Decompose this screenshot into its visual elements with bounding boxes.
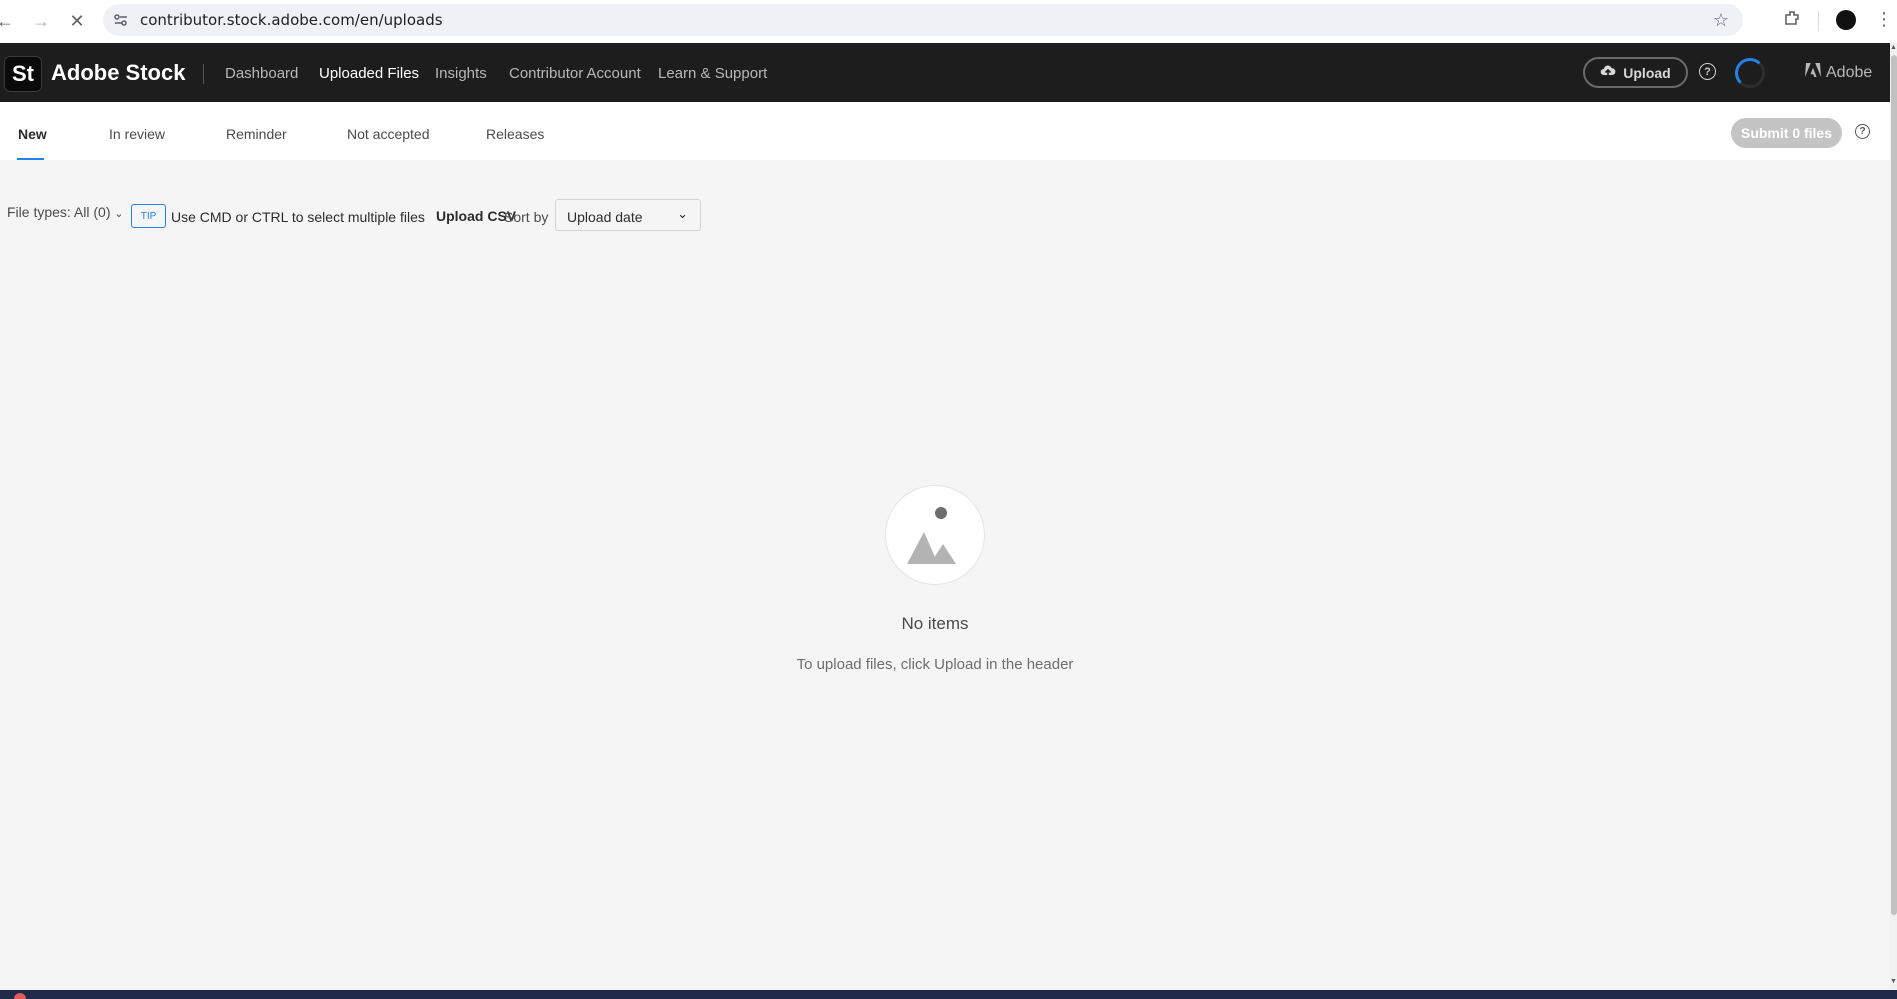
submit-help-icon[interactable]: ?	[1855, 124, 1870, 139]
os-taskbar	[0, 990, 1897, 999]
scroll-down-arrow-icon[interactable]: ▼	[1890, 978, 1897, 985]
back-arrow-icon[interactable]: ←	[0, 8, 18, 34]
file-types-filter[interactable]: File types: All (0) ⌄	[7, 204, 124, 220]
nav-contributor-account[interactable]: Contributor Account	[509, 65, 641, 82]
extensions-icon[interactable]	[1783, 9, 1801, 32]
adobe-link[interactable]: Adobe	[1805, 63, 1872, 82]
scroll-up-arrow-icon[interactable]: ▲	[1890, 44, 1897, 51]
tab-releases[interactable]: Releases	[486, 126, 544, 142]
taskbar-app-icon[interactable]	[14, 993, 26, 999]
tab-new[interactable]: New	[18, 126, 47, 142]
status-tabs: New In review Reminder Not accepted Rele…	[0, 102, 1890, 160]
empty-state-title: No items	[901, 614, 969, 633]
file-types-label: File types: All (0)	[7, 204, 111, 220]
brand-name[interactable]: Adobe Stock	[51, 60, 185, 86]
adobe-stock-logo[interactable]: St	[4, 56, 42, 92]
help-icon[interactable]: ?	[1699, 63, 1716, 80]
sort-select-value: Upload date	[567, 209, 643, 225]
url-text[interactable]: contributor.stock.adobe.com/en/uploads	[140, 11, 443, 29]
stop-loading-icon[interactable]: ✕	[64, 8, 90, 34]
tab-not-accepted[interactable]: Not accepted	[347, 126, 430, 142]
image-placeholder-icon	[885, 485, 985, 585]
tab-in-review[interactable]: In review	[109, 126, 165, 142]
filters-toolbar: File types: All (0) ⌄ TIP Use CMD or CTR…	[0, 195, 800, 235]
cloud-upload-icon	[1600, 64, 1616, 81]
tab-reminder[interactable]: Reminder	[226, 126, 287, 142]
app-header: St Adobe Stock Dashboard Uploaded Files …	[0, 43, 1890, 102]
address-bar[interactable]: contributor.stock.adobe.com/en/uploads ☆	[103, 4, 1743, 36]
browser-menu-icon[interactable]: ⋮	[1875, 9, 1893, 30]
profile-avatar[interactable]	[1836, 10, 1856, 30]
tip-text: Use CMD or CTRL to select multiple files	[171, 209, 425, 225]
nav-learn-support[interactable]: Learn & Support	[658, 65, 767, 82]
chevron-down-icon: ⌄	[677, 206, 688, 221]
logo-text: St	[12, 61, 34, 86]
active-tab-indicator	[17, 158, 44, 160]
adobe-label: Adobe	[1826, 63, 1873, 81]
sort-by-label: Sort by	[504, 209, 549, 225]
forward-arrow-icon[interactable]: →	[28, 8, 54, 34]
loading-spinner-icon	[1735, 58, 1765, 88]
chevron-down-icon: ⌄	[114, 208, 124, 220]
nav-insights[interactable]: Insights	[435, 65, 487, 82]
scrollbar-thumb[interactable]	[1891, 55, 1897, 915]
empty-state-subtitle: To upload files, click Upload in the hea…	[796, 656, 1074, 673]
nav-uploaded-files[interactable]: Uploaded Files	[319, 65, 419, 82]
upload-button[interactable]: Upload	[1583, 57, 1688, 88]
nav-dashboard[interactable]: Dashboard	[225, 65, 298, 82]
adobe-logo-icon	[1805, 63, 1821, 82]
submit-files-button[interactable]: Submit 0 files	[1731, 118, 1842, 148]
browser-toolbar: ← → ✕ contributor.stock.adobe.com/en/upl…	[0, 0, 1897, 43]
sort-select[interactable]: Upload date ⌄	[555, 199, 701, 231]
bookmark-star-icon[interactable]: ☆	[1713, 10, 1729, 31]
header-divider	[203, 64, 204, 84]
toolbar-divider	[1818, 11, 1819, 31]
site-settings-icon[interactable]	[113, 12, 129, 28]
upload-label: Upload	[1623, 64, 1671, 81]
tip-badge: TIP	[131, 204, 166, 228]
